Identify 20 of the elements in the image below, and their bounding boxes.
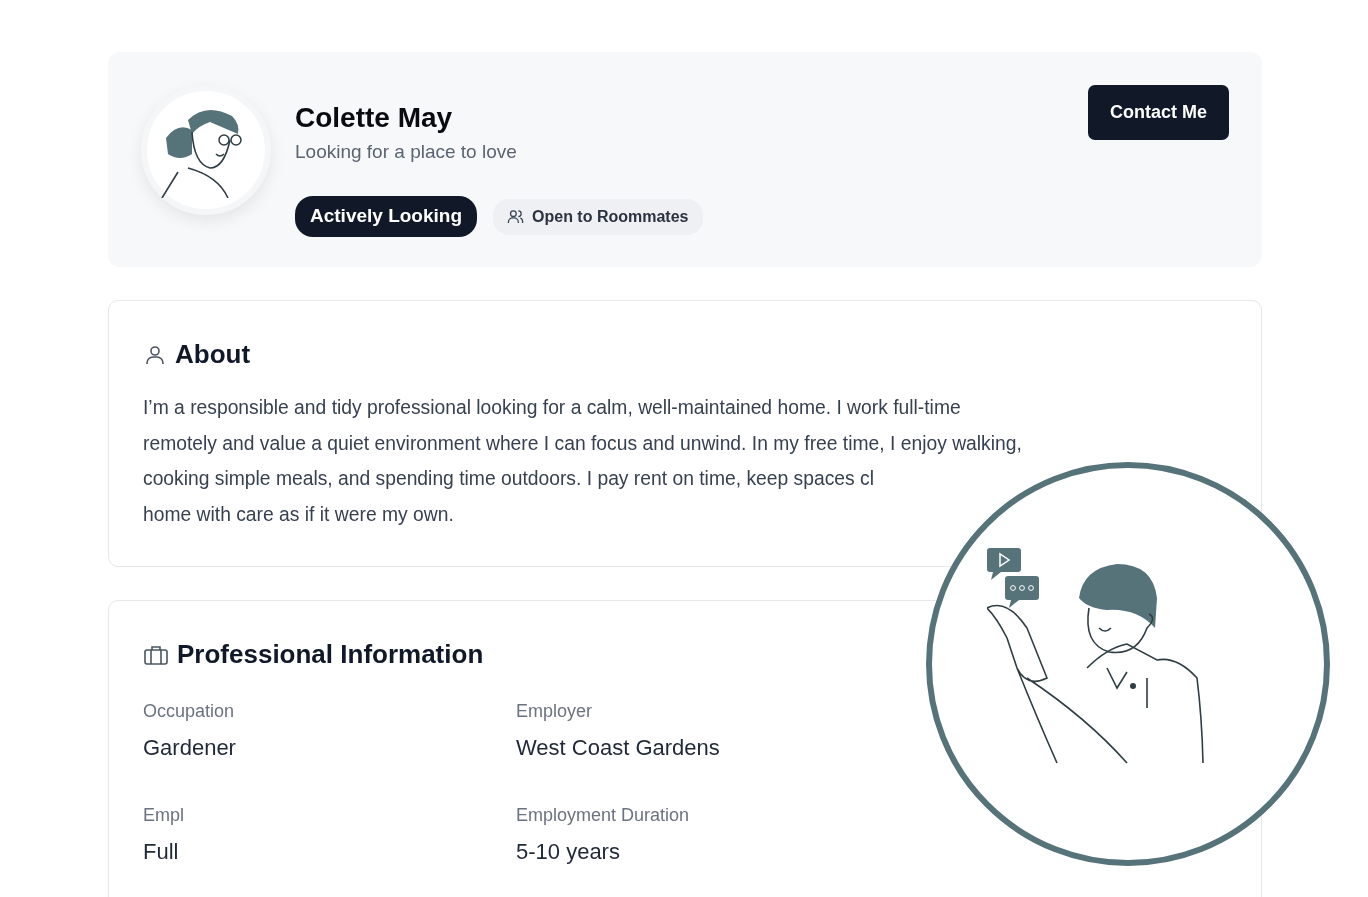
field-value: 5-10 years (516, 838, 621, 866)
about-text-line: home with care as if it were my own. (143, 502, 455, 527)
contact-button[interactable]: Contact Me (1088, 85, 1229, 140)
field-value: Full (143, 838, 180, 866)
roommates-badge: Open to Roommates (493, 198, 703, 235)
field-label: Employer (516, 700, 594, 723)
about-text-line: remotely and value a quiet environment where I can focus and unwind. In my free time, I enjoy walking, (143, 431, 1023, 456)
field-label: Empl (143, 804, 185, 827)
section-title: Professional Information (177, 638, 484, 671)
about-text-line: cooking simple meals, and spending time outdoors. I pay rent on time, keep spaces cl (143, 467, 875, 491)
section-title: About (175, 338, 251, 371)
field-label: Occupation (143, 700, 236, 723)
profile-name: Colette May (295, 103, 454, 134)
about-text-line: I’m a responsible and tidy professional looking for a calm, well-maintained home. I work full-time (143, 396, 962, 420)
users-icon (507, 208, 525, 226)
field-value: Gardener (143, 734, 237, 762)
status-badge: Actively Looking (295, 196, 478, 237)
profile-tagline: Looking for a place to love (295, 139, 518, 164)
field-value: West Coast Gardens (516, 734, 721, 762)
field-label: Employment Duration (516, 804, 691, 827)
